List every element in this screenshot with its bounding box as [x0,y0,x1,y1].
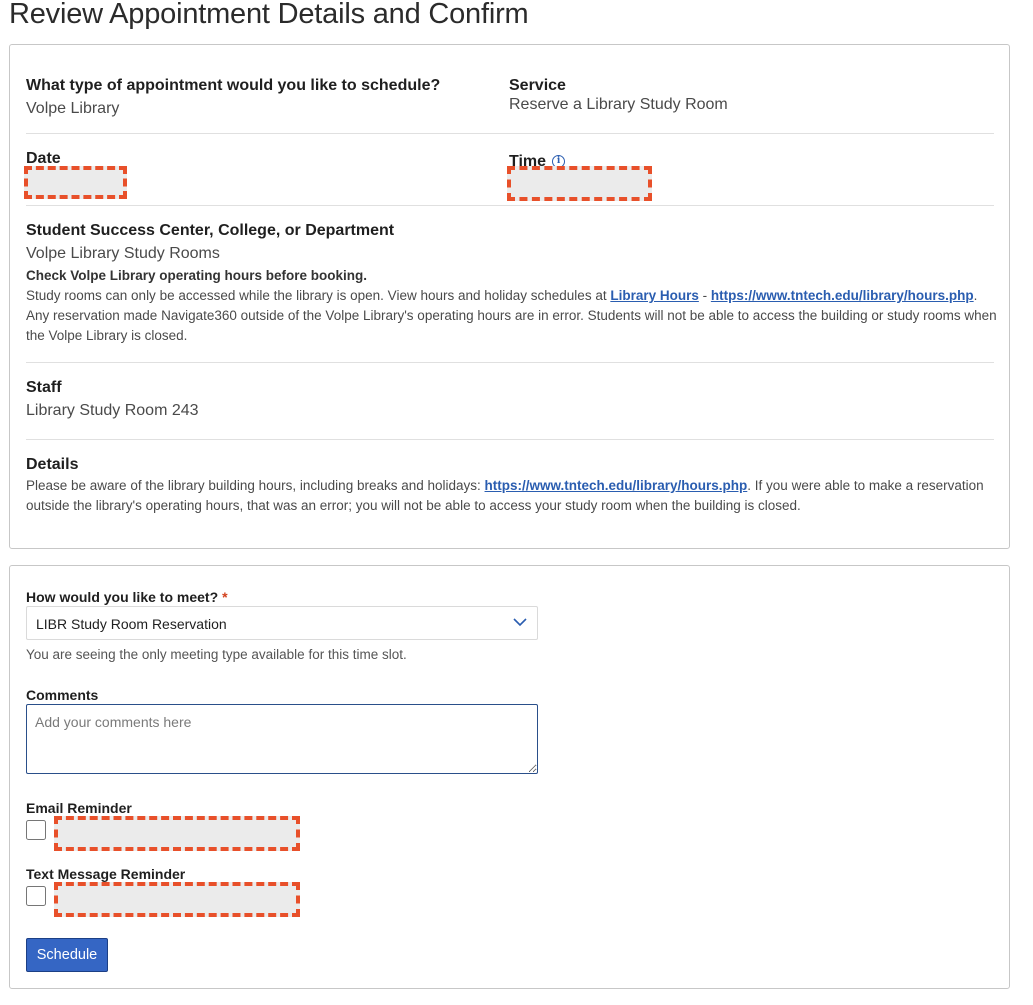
email-reminder-label: Email Reminder [26,800,132,816]
link-separator: - [698,288,711,303]
required-mark: * [222,589,228,605]
comments-label: Comments [26,687,99,703]
comments-textarea[interactable] [26,704,538,774]
meeting-type-helper: You are seeing the only meeting type ava… [26,647,407,662]
page-title: Review Appointment Details and Confirm [9,0,529,30]
meeting-type-selected: LIBR Study Room Reservation [36,616,227,632]
divider [26,439,994,440]
library-hours-link[interactable]: Library Hours [610,288,699,303]
email-reminder-redacted [54,816,300,851]
meeting-type-select[interactable]: LIBR Study Room Reservation [26,606,538,640]
details-hours-url-link[interactable]: https://www.tntech.edu/library/hours.php [485,478,748,493]
text-reminder-label: Text Message Reminder [26,866,186,882]
divider [26,205,994,206]
library-hours-url-link[interactable]: https://www.tntech.edu/library/hours.php [711,288,974,303]
location-label: Student Success Center, College, or Depa… [26,222,395,239]
date-value-redacted [24,166,127,199]
meet-label: How would you like to meet? * [26,589,228,605]
appointment-type-label: What type of appointment would you like … [26,77,441,94]
meeting-form-card: How would you like to meet? * LIBR Study … [9,565,1010,989]
details-label: Details [26,456,79,473]
staff-label: Staff [26,379,62,396]
appointment-type-value: Volpe Library [26,100,120,117]
details-description: Please be aware of the library building … [26,476,1001,516]
meet-label-text: How would you like to meet? [26,589,219,605]
location-description: Study rooms can only be accessed while t… [26,286,1001,346]
location-warning-text: Any reservation made Navigate360 outside… [26,308,997,343]
location-text: Study rooms can only be accessed while t… [26,288,611,303]
service-label: Service [509,77,566,94]
details-text: Please be aware of the library building … [26,478,485,493]
location-text-end: . [973,288,978,303]
divider [26,133,994,134]
chevron-down-icon [513,618,527,627]
service-value: Reserve a Library Study Room [509,96,728,113]
text-reminder-checkbox[interactable] [26,886,46,906]
appointment-details-card: What type of appointment would you like … [9,44,1010,549]
time-value-redacted [507,166,652,201]
schedule-button[interactable]: Schedule [26,938,108,972]
text-reminder-redacted [54,882,300,917]
divider [26,362,994,363]
email-reminder-checkbox[interactable] [26,820,46,840]
location-value: Volpe Library Study Rooms [26,245,220,262]
location-notice: Check Volpe Library operating hours befo… [26,268,368,283]
staff-value: Library Study Room 243 [26,402,199,419]
